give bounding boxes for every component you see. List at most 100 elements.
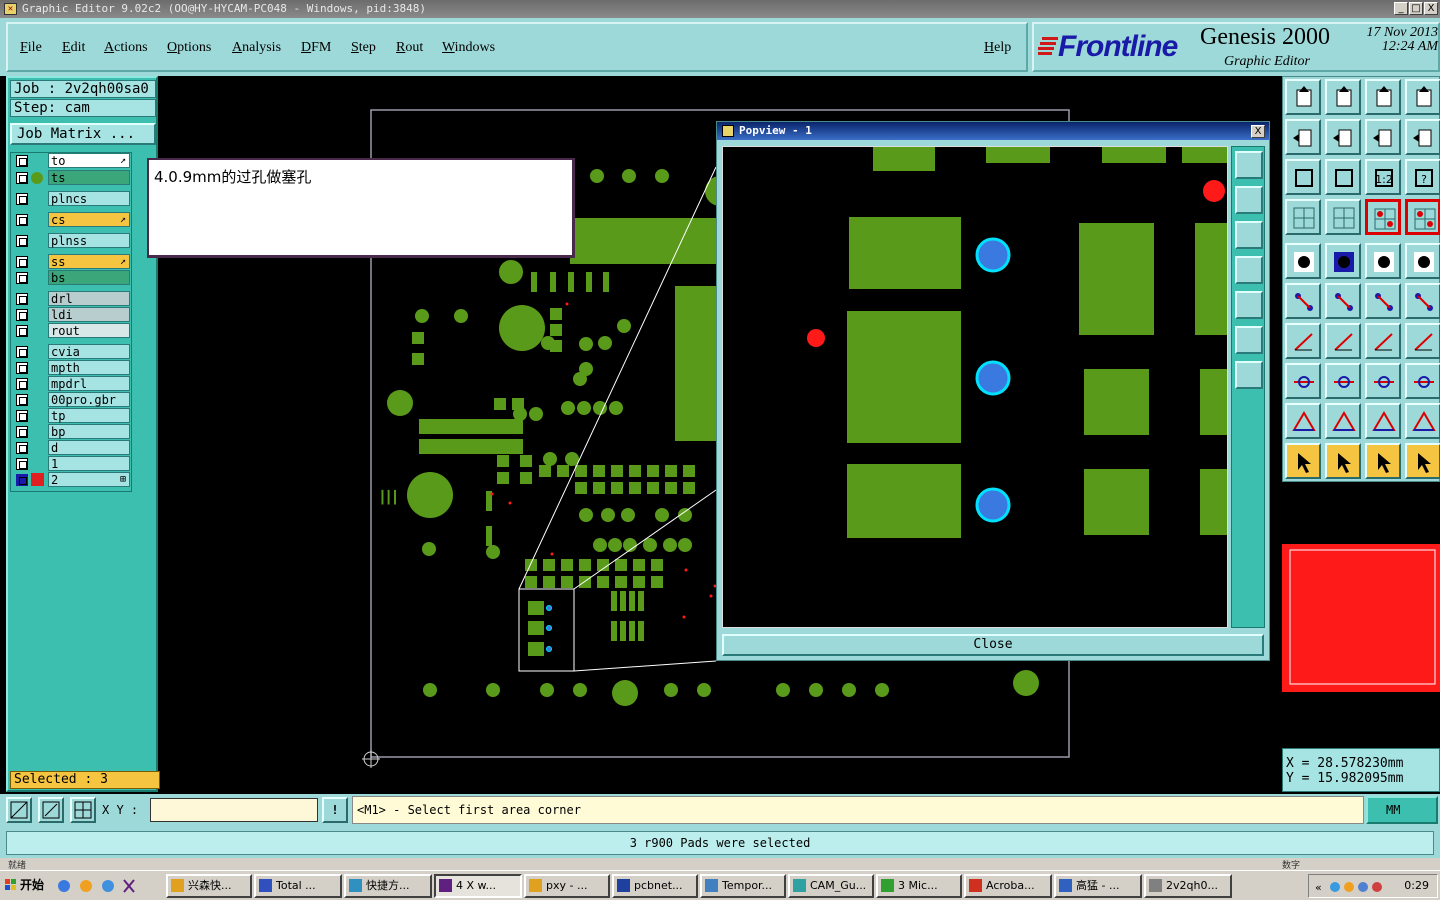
start-button[interactable]: 开始 (2, 874, 50, 898)
layer-checkbox[interactable] (16, 362, 28, 374)
layer-row-d[interactable]: d (11, 440, 131, 455)
line-icon[interactable] (1365, 283, 1401, 319)
layer-name[interactable]: cvia (48, 344, 130, 359)
layer-row-rout[interactable]: rout (11, 323, 131, 338)
taskbar-task[interactable]: Acroba... (964, 874, 1052, 898)
layer-checkbox[interactable] (16, 410, 28, 422)
x-app-icon[interactable] (123, 879, 135, 893)
popview-down-icon[interactable] (1235, 221, 1263, 249)
menu-dfm[interactable]: DFM (301, 40, 331, 56)
taskbar-task[interactable]: 2v2qh0... (1144, 874, 1232, 898)
menu-options[interactable]: Options (167, 40, 211, 56)
layer-select-2-icon[interactable] (1405, 199, 1440, 235)
layer-row-ss[interactable]: ss ↗ (11, 254, 131, 269)
group-icon[interactable] (1405, 363, 1440, 399)
layer-row-2[interactable]: 2 ⊞ (11, 472, 131, 487)
layer-checkbox[interactable] (16, 309, 28, 321)
popview-canvas[interactable] (722, 146, 1228, 628)
info-button[interactable]: ! (322, 797, 348, 823)
layer-checkbox[interactable] (16, 394, 28, 406)
popview-window[interactable]: Popview - 1 X Close (716, 121, 1270, 661)
undo-icon[interactable] (1365, 119, 1401, 155)
popview-left-icon[interactable] (1235, 256, 1263, 284)
layer-checkbox[interactable] (16, 214, 28, 226)
layer-checkbox[interactable] (16, 325, 28, 337)
circle-icon[interactable] (1405, 243, 1440, 279)
rotate-icon[interactable] (1365, 323, 1401, 359)
layer-row-ldi[interactable]: ldi (11, 307, 131, 322)
layer-checkbox[interactable] (16, 426, 28, 438)
save-icon[interactable] (1325, 79, 1361, 115)
layer-row-to[interactable]: to ↗ (11, 153, 131, 168)
triangle-3-icon[interactable] (1365, 403, 1401, 439)
tray-icon[interactable] (1330, 882, 1340, 892)
select-box-icon[interactable] (1325, 443, 1361, 479)
note-box[interactable]: 4.0.9mm的过孔做塞孔 (147, 158, 575, 258)
layer-name[interactable]: 1 (48, 456, 130, 471)
layer-row-drl[interactable]: drl (11, 291, 131, 306)
layer-name[interactable]: bs (48, 270, 130, 285)
popview-center-icon[interactable] (1235, 361, 1263, 389)
layer-row-mpdrl[interactable]: mpdrl (11, 376, 131, 391)
layer-name[interactable]: d (48, 440, 130, 455)
xy-input[interactable] (150, 798, 318, 822)
redo-icon[interactable] (1405, 119, 1440, 155)
layer-name[interactable]: ss ↗ (48, 254, 130, 269)
minus-icon[interactable] (1325, 363, 1361, 399)
snap-point-icon[interactable] (1285, 363, 1321, 399)
taskbar-task[interactable]: CAM_Gu... (788, 874, 874, 898)
layer-name[interactable]: 00pro.gbr (48, 392, 130, 407)
menu-step[interactable]: Step (351, 40, 376, 56)
grid-icon[interactable] (70, 797, 96, 823)
menu-rout[interactable]: Rout (396, 40, 423, 56)
taskbar-task[interactable]: pcbnet... (612, 874, 698, 898)
layer-checkbox[interactable] (16, 256, 28, 268)
measure-icon[interactable] (1325, 243, 1361, 279)
taskbar-task[interactable]: Total ... (254, 874, 342, 898)
popview-close-x-button[interactable]: X (1251, 125, 1265, 138)
layer-select-icon[interactable] (1365, 199, 1401, 235)
select-poly-icon[interactable] (1365, 443, 1401, 479)
menu-windows[interactable]: Windows (442, 40, 495, 56)
angle-icon[interactable] (1285, 323, 1321, 359)
menu-file[interactable]: File (20, 40, 42, 56)
pad-icon[interactable] (1285, 243, 1321, 279)
layer-name[interactable]: cs ↗ (48, 212, 130, 227)
maximize-button[interactable]: □ (1409, 2, 1423, 15)
popview-close-button[interactable]: Close (722, 634, 1264, 656)
layer-checkbox[interactable] (16, 193, 28, 205)
tray-icon[interactable] (1344, 882, 1354, 892)
layer-checkbox[interactable] (16, 293, 28, 305)
taskbar-task[interactable]: 兴森快... (166, 874, 252, 898)
minimize-button[interactable]: _ (1394, 2, 1408, 15)
layer-row-cvia[interactable]: cvia (11, 344, 131, 359)
popview-zoom-icon[interactable] (1235, 151, 1263, 179)
app-quick-icon[interactable] (80, 880, 92, 892)
fit-icon[interactable] (1285, 159, 1321, 195)
layer-row-1[interactable]: 1 (11, 456, 131, 471)
connect-icon[interactable] (1285, 283, 1321, 319)
layer-name[interactable]: bp (48, 424, 130, 439)
layer-row-bp[interactable]: bp (11, 424, 131, 439)
layer-checkbox[interactable] (16, 155, 28, 167)
ie-icon[interactable] (58, 880, 70, 892)
taskbar-task[interactable]: pxy - ... (524, 874, 610, 898)
zoom-center-icon[interactable] (1325, 159, 1361, 195)
layer-checkbox[interactable] (16, 378, 28, 390)
tray-icon[interactable] (1358, 882, 1368, 892)
layer-checkbox[interactable] (16, 235, 28, 247)
move-right-icon[interactable] (1325, 119, 1361, 155)
layer-name[interactable]: to ↗ (48, 153, 130, 168)
one-to-one-icon[interactable]: 1:2 (1365, 159, 1401, 195)
select-net-icon[interactable] (1405, 443, 1440, 479)
move-left-icon[interactable] (1285, 119, 1321, 155)
job-matrix-button[interactable]: Job Matrix ... (10, 123, 156, 145)
layer-name[interactable]: plncs (48, 191, 130, 206)
arc-icon[interactable] (1405, 283, 1440, 319)
app-quick-icon[interactable] (102, 880, 114, 892)
taskbar-task[interactable]: Tempor... (700, 874, 786, 898)
open-icon[interactable] (1285, 79, 1321, 115)
step-name-field[interactable]: Step: cam (10, 99, 156, 117)
layer-row-00pro-gbr[interactable]: 00pro.gbr (11, 392, 131, 407)
layer-name[interactable]: drl (48, 291, 130, 306)
